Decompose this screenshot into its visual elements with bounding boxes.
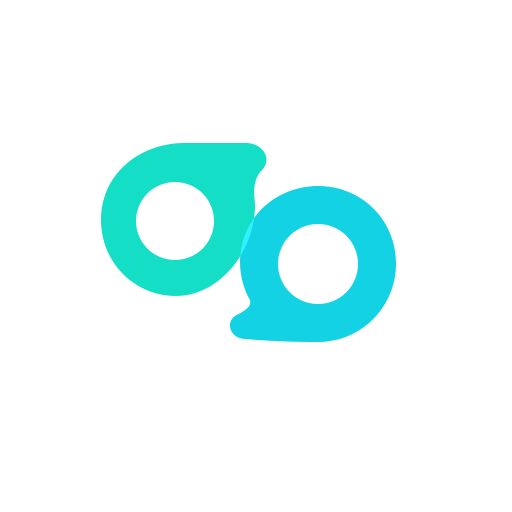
canvas [0, 0, 512, 512]
two-linked-chat-bubbles-icon [101, 143, 396, 342]
